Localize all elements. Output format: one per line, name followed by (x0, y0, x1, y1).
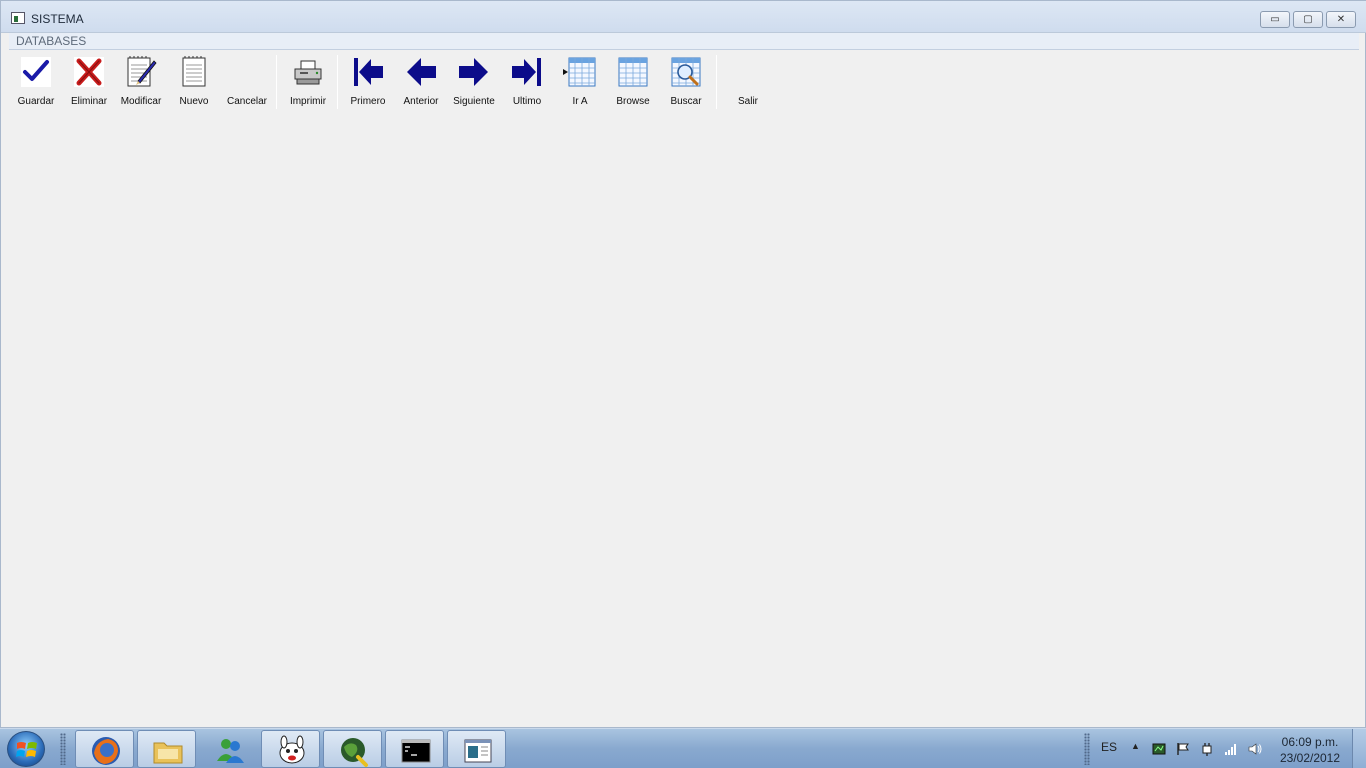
ultimo-button[interactable]: Ultimo (502, 53, 552, 111)
taskbar-command-prompt[interactable] (385, 730, 444, 768)
network-device-icon[interactable] (1152, 742, 1166, 756)
taskbar-cartoon-app[interactable] (261, 730, 320, 768)
buscar-button[interactable]: Buscar (661, 53, 711, 111)
siguiente-button[interactable]: Siguiente (449, 53, 499, 111)
edit-notepad-icon (127, 56, 157, 87)
window-app-icon (464, 739, 492, 763)
primero-button[interactable]: Primero (343, 53, 393, 111)
imprimir-button[interactable]: Imprimir (283, 53, 333, 111)
guardar-button[interactable]: Guardar (11, 53, 61, 111)
modificar-button[interactable]: Modificar (116, 53, 166, 111)
browse-grid-icon (618, 57, 648, 87)
minimize-button[interactable]: ▭ (1260, 11, 1290, 28)
show-desktop-button[interactable] (1352, 729, 1366, 768)
new-notepad-icon (182, 56, 206, 87)
next-arrow-icon (459, 58, 488, 86)
main-window: SISTEMA ▭ ▢ ✕ DATABASES Guardar Eliminar (0, 0, 1366, 728)
checkmark-icon (21, 57, 51, 87)
messenger-icon (217, 739, 244, 763)
windows-logo-icon (16, 742, 37, 757)
salir-label: Salir (737, 96, 758, 107)
action-center-flag-icon[interactable] (1176, 742, 1190, 756)
cancelar-label: Cancelar (226, 96, 268, 107)
printer-icon (294, 60, 322, 85)
previous-arrow-icon (407, 58, 436, 86)
salir-button[interactable]: Salir (723, 53, 773, 111)
command-prompt-icon (401, 739, 431, 763)
clock-date: 23/02/2012 (1279, 751, 1341, 765)
window-title: SISTEMA (31, 12, 84, 26)
clock[interactable]: 06:09 p.m. 23/02/2012 (1270, 734, 1350, 766)
start-button[interactable] (7, 731, 45, 767)
taskbar-window-app[interactable] (447, 730, 506, 768)
delete-x-icon (74, 57, 104, 87)
app-icon (11, 12, 25, 24)
eliminar-button[interactable]: Eliminar (64, 53, 114, 111)
title-bar[interactable]: SISTEMA ▭ ▢ ✕ (1, 1, 1366, 33)
maximize-button[interactable]: ▢ (1293, 11, 1323, 28)
tray-grip[interactable] (1084, 733, 1090, 765)
taskbar-messenger[interactable] (199, 730, 258, 768)
last-arrow-icon (512, 58, 541, 86)
cancelar-button[interactable]: Cancelar (222, 53, 272, 111)
toolbar: Guardar Eliminar Modificar Nuevo Cancela… (9, 53, 1359, 111)
first-arrow-icon (354, 58, 383, 86)
volume-speaker-icon[interactable] (1248, 742, 1262, 756)
ir-a-button[interactable]: Ir A (555, 53, 605, 111)
signal-strength-icon[interactable] (1224, 742, 1238, 756)
anterior-button[interactable]: Anterior (396, 53, 446, 111)
cartoon-app-icon (279, 735, 305, 764)
search-grid-icon (671, 57, 701, 87)
power-plug-icon[interactable] (1200, 742, 1214, 756)
goto-grid-icon (563, 57, 596, 87)
taskbar: ES ▲ 06:09 p.m. 23/02/2012 (0, 728, 1366, 768)
folder-icon (153, 742, 183, 764)
taskbar-globe-app[interactable] (323, 730, 382, 768)
language-indicator[interactable]: ES (1101, 740, 1117, 754)
taskbar-grip[interactable] (60, 733, 66, 765)
browse-button[interactable]: Browse (608, 53, 658, 111)
menu-item-databases[interactable]: DATABASES (16, 34, 86, 48)
close-button[interactable]: ✕ (1326, 11, 1356, 28)
firefox-icon (92, 737, 120, 765)
buscar-label: Buscar (670, 96, 702, 107)
menu-bar: DATABASES (9, 33, 1359, 50)
imprimir-label: Imprimir (289, 96, 327, 107)
taskbar-firefox[interactable] (75, 730, 134, 768)
nuevo-button[interactable]: Nuevo (169, 53, 219, 111)
taskbar-explorer[interactable] (137, 730, 196, 768)
show-hidden-icons-icon[interactable]: ▲ (1131, 741, 1140, 751)
clock-time: 06:09 p.m. (1281, 735, 1339, 749)
globe-app-icon (341, 738, 368, 767)
